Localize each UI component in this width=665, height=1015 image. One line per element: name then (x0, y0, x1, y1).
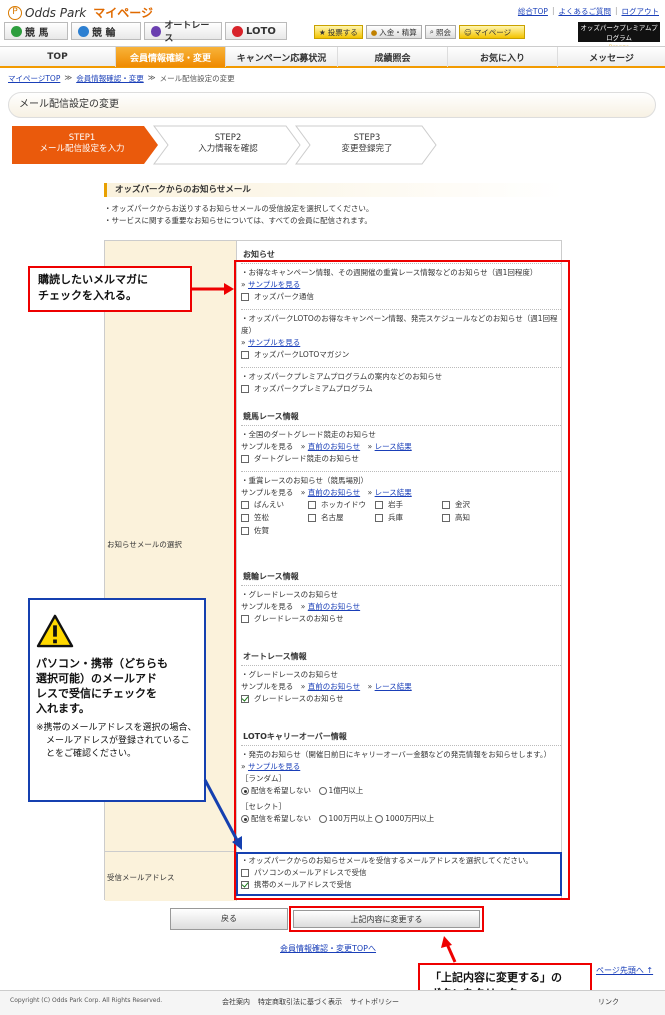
footer-policy[interactable]: サイトポリシー (350, 997, 399, 1007)
annotation-arrows (192, 283, 457, 963)
submit-button[interactable]: 上記内容に変更する (293, 910, 480, 928)
copyright: Copyright (C) Odds Park Corp. All Rights… (10, 997, 163, 1004)
footer-company[interactable]: 会社案内 (222, 997, 250, 1007)
footer-tokusho[interactable]: 特定商取引法に基づく表示 (258, 997, 342, 1007)
back-button[interactable]: 戻る (170, 908, 288, 930)
footer-links: 会社案内 特定商取引法に基づく表示 サイトポリシー (222, 997, 399, 1007)
footer-link-right[interactable]: リンク (598, 997, 619, 1007)
member-info-top-link[interactable]: 会員情報確認・変更TOPへ (280, 943, 376, 954)
page-top-link[interactable]: ページ先頭へ ↑ (596, 965, 653, 976)
submit-frame: 上記内容に変更する (289, 906, 484, 932)
